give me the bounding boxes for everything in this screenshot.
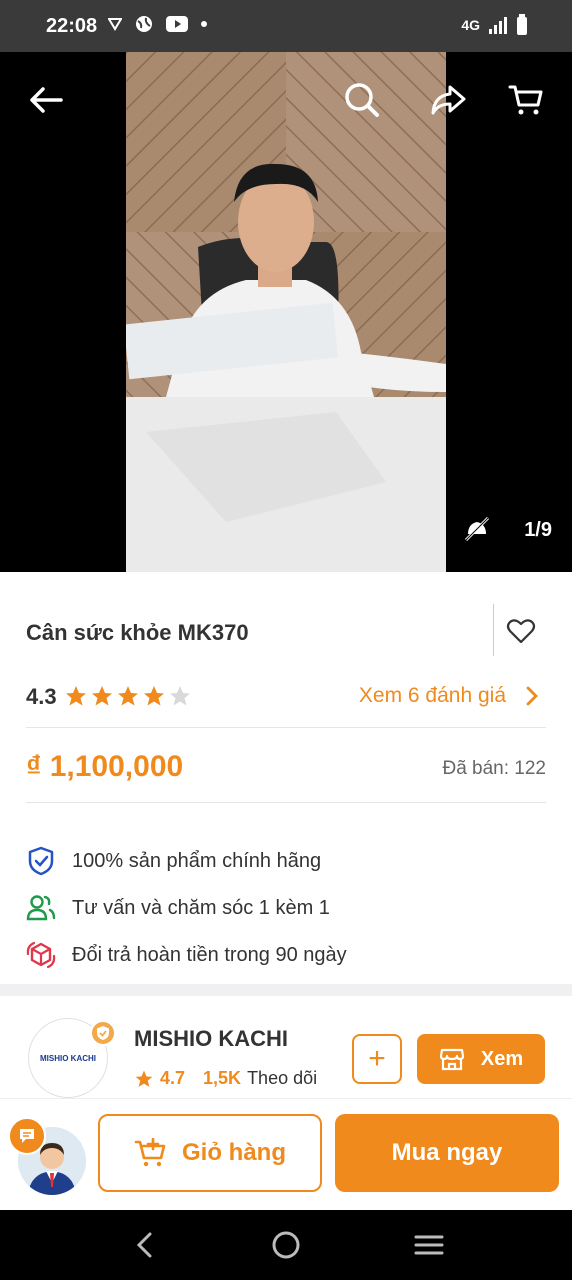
nav-back-icon[interactable] bbox=[130, 1230, 160, 1260]
heart-icon[interactable] bbox=[506, 616, 536, 646]
share-icon bbox=[431, 85, 466, 115]
view-reviews-link[interactable]: Xem 6 đánh giá bbox=[359, 684, 538, 708]
store-icon bbox=[439, 1048, 464, 1071]
section-divider bbox=[0, 984, 572, 996]
shop-name[interactable]: MISHIO KACHI bbox=[134, 1026, 288, 1052]
star-filled-icon bbox=[144, 686, 164, 706]
verified-badge-icon bbox=[90, 1020, 116, 1046]
battery-icon bbox=[517, 14, 527, 35]
return-box-icon bbox=[26, 940, 56, 970]
star-filled-icon bbox=[118, 686, 138, 706]
divider bbox=[26, 727, 546, 728]
view-shop-label: Xem bbox=[480, 1047, 524, 1070]
add-to-cart-button[interactable]: Giỏ hàng bbox=[98, 1114, 322, 1192]
shop-card[interactable]: MISHIO KACHI MISHIO KACHI 4.7 1,5K Theo … bbox=[0, 996, 572, 1098]
benefit-item: Đổi trả hoàn tiền trong 90 ngày bbox=[26, 940, 347, 970]
benefit-item: Tư vấn và chăm sóc 1 kèm 1 bbox=[26, 893, 330, 923]
back-arrow-icon bbox=[30, 87, 63, 113]
buy-now-button[interactable]: Mua ngay bbox=[335, 1114, 559, 1192]
shop-meta: 4.7 1,5K Theo dõi bbox=[134, 1068, 317, 1089]
rating-stars bbox=[64, 684, 192, 708]
search-icon bbox=[345, 83, 379, 117]
back-button[interactable] bbox=[26, 80, 66, 120]
status-icons-right: 4G bbox=[461, 14, 528, 36]
shop-logo-text: MISHIO KACHI bbox=[40, 1053, 96, 1063]
cart-icon bbox=[508, 85, 543, 115]
benefit-text: 100% sản phẩm chính hãng bbox=[72, 849, 322, 872]
youtube-icon bbox=[166, 16, 188, 32]
product-media[interactable]: 1/9 bbox=[0, 52, 572, 572]
rating-row: 4.3 Xem 6 đánh giá bbox=[26, 680, 546, 716]
globe-icon bbox=[136, 16, 152, 32]
status-time: 22:08 bbox=[46, 15, 98, 37]
users-icon bbox=[26, 893, 56, 923]
product-price: ₫ 1,100,000 bbox=[26, 750, 184, 783]
signal-icon bbox=[489, 17, 507, 34]
bottom-action-bar: Giỏ hàng Mua ngay bbox=[0, 1098, 572, 1210]
divider bbox=[26, 802, 546, 803]
cart-button[interactable] bbox=[506, 80, 546, 120]
mute-icon[interactable] bbox=[462, 514, 492, 544]
shop-followers-label: Theo dõi bbox=[247, 1068, 318, 1088]
chevron-right-icon bbox=[526, 686, 538, 706]
star-filled-icon bbox=[66, 686, 86, 706]
cart-add-icon bbox=[134, 1138, 166, 1167]
star-empty-icon bbox=[170, 686, 190, 706]
chat-icon bbox=[20, 1129, 34, 1143]
search-button[interactable] bbox=[342, 80, 382, 120]
shield-check-icon bbox=[26, 846, 56, 876]
network-label: 4G bbox=[461, 17, 480, 33]
status-icons-left bbox=[108, 14, 208, 34]
star-filled-icon bbox=[135, 1070, 153, 1087]
view-reviews-label: Xem 6 đánh giá bbox=[358, 684, 506, 707]
product-title: Cân sức khỏe MK370 bbox=[26, 620, 249, 645]
benefit-text: Đổi trả hoàn tiền trong 90 ngày bbox=[72, 943, 347, 966]
nav-home-icon[interactable] bbox=[271, 1230, 301, 1260]
image-counter: 1/9 bbox=[524, 519, 552, 541]
follow-button[interactable]: + bbox=[352, 1034, 402, 1084]
status-bar: 22:08 4G bbox=[0, 0, 572, 52]
divider bbox=[493, 604, 494, 656]
chat-button[interactable] bbox=[8, 1117, 46, 1155]
dot-icon bbox=[201, 21, 207, 27]
shop-rating: 4.7 bbox=[160, 1068, 186, 1088]
shop-followers-count: 1,5K bbox=[203, 1068, 242, 1088]
rating-value: 4.3 bbox=[26, 684, 57, 709]
add-to-cart-label: Giỏ hàng bbox=[182, 1139, 286, 1166]
benefit-text: Tư vấn và chăm sóc 1 kèm 1 bbox=[72, 896, 330, 919]
sold-count: Đã bán: 122 bbox=[442, 758, 546, 779]
product-photo bbox=[126, 52, 446, 572]
view-shop-button[interactable]: Xem bbox=[417, 1034, 545, 1084]
share-button[interactable] bbox=[428, 80, 468, 120]
nav-menu-icon[interactable] bbox=[414, 1230, 444, 1260]
notification-triangle-icon bbox=[108, 18, 122, 31]
star-filled-icon bbox=[92, 686, 112, 706]
benefit-item: 100% sản phẩm chính hãng bbox=[26, 846, 321, 876]
system-nav-bar bbox=[0, 1210, 572, 1280]
